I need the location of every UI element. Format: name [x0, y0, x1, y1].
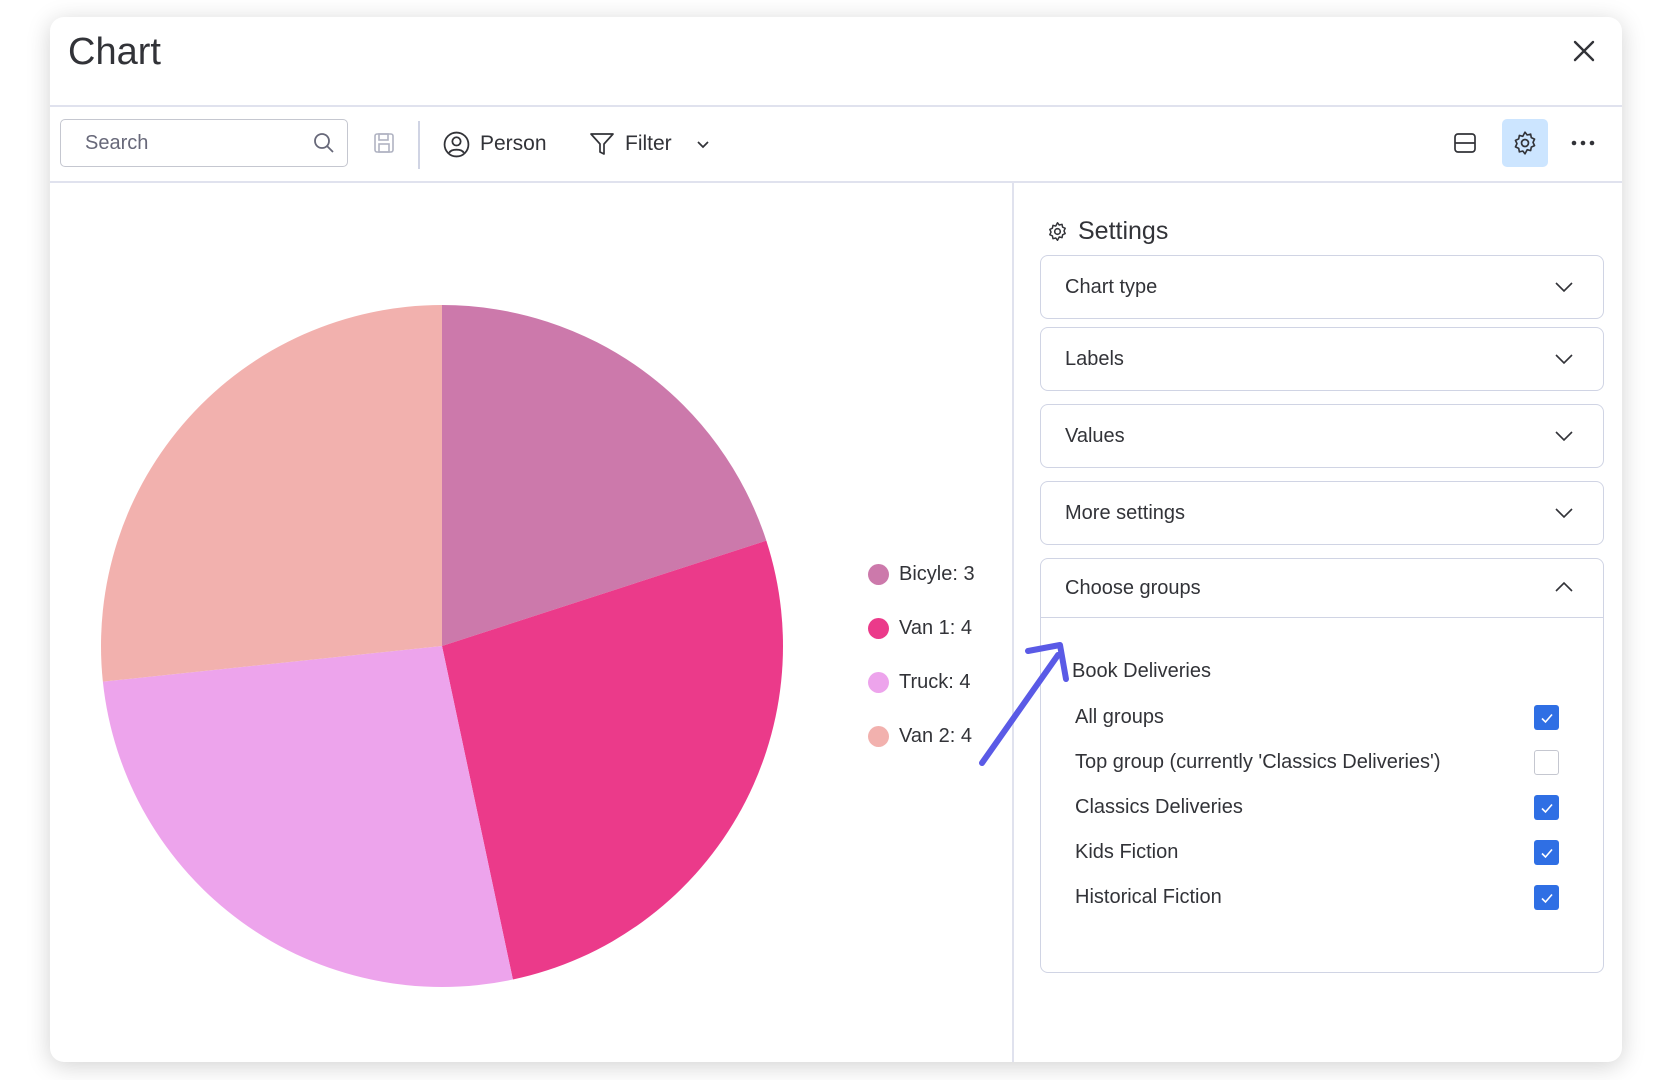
checkmark-icon [1540, 803, 1553, 813]
group-checkbox[interactable] [1534, 795, 1559, 820]
legend-label: Van 1: 4 [899, 616, 973, 639]
chevron-up-icon [1555, 581, 1573, 592]
search-icon [314, 133, 334, 153]
panel-divider [1012, 182, 1014, 1062]
annotation-arrow [979, 642, 1069, 766]
pie-chart [101, 305, 783, 987]
group-option[interactable]: All groups [1041, 695, 1603, 740]
accordion-label: Choose groups [1065, 576, 1201, 599]
search-input[interactable]: Search [60, 119, 348, 167]
chevron-down-icon [1555, 508, 1573, 519]
accordion-label: Labels [1065, 347, 1124, 370]
person-icon [443, 131, 470, 157]
legend-swatch [868, 725, 889, 747]
accordion-chart-type: Chart type [1040, 255, 1604, 319]
board-name: Book Deliveries [1072, 660, 1211, 682]
settings-button[interactable] [1502, 119, 1548, 167]
checkmark-icon [1540, 893, 1553, 903]
legend-item: Truck: 4 [868, 655, 975, 709]
save-icon [374, 133, 394, 153]
more-options-button[interactable] [1560, 119, 1606, 167]
group-checkbox[interactable] [1534, 885, 1559, 910]
group-option[interactable]: Historical Fiction [1041, 875, 1603, 920]
chevron-down-icon [1555, 354, 1573, 365]
legend-swatch [868, 563, 889, 585]
search-placeholder: Search [85, 131, 149, 154]
accordion-choose-groups: Choose groups Book Deliveries All groups To… [1040, 558, 1604, 973]
filter-icon [590, 133, 614, 155]
filter-label: Filter [625, 132, 672, 155]
legend-item: Van 1: 4 [868, 601, 975, 655]
chevron-down-icon [1555, 282, 1573, 293]
legend-swatch [868, 617, 889, 639]
group-option[interactable]: Kids Fiction [1041, 830, 1603, 875]
checkmark-icon [1540, 713, 1553, 723]
accordion-more-settings: More settings [1040, 481, 1604, 545]
legend-item: Van 2: 4 [868, 709, 975, 763]
checkmark-icon [1540, 848, 1553, 858]
group-label: Historical Fiction [1075, 886, 1222, 908]
legend-label: Bicyle: 3 [899, 562, 975, 585]
gear-icon [1514, 131, 1536, 155]
chart-dialog: Chart Search Person Filter Bicyle: 3 Van … [50, 17, 1622, 1062]
pie-slice-truck[interactable] [102, 646, 513, 987]
toolbar-divider [418, 121, 420, 169]
legend-swatch [868, 671, 889, 693]
group-checkbox[interactable] [1534, 750, 1559, 775]
accordion-header[interactable]: Labels [1041, 328, 1603, 390]
group-label: Classics Deliveries [1075, 796, 1243, 818]
accordion-header[interactable]: Choose groups [1041, 559, 1603, 618]
layout-icon [1454, 133, 1476, 153]
header-divider [50, 105, 1622, 107]
layout-button[interactable] [1442, 119, 1488, 167]
accordion-label: More settings [1065, 501, 1186, 524]
group-checkbox[interactable] [1534, 840, 1559, 865]
legend-label: Truck: 4 [899, 670, 971, 693]
filter-button[interactable]: Filter [589, 124, 712, 164]
chevron-down-icon[interactable] [694, 135, 712, 153]
chevron-down-icon [1555, 431, 1573, 442]
settings-title: Settings [1078, 217, 1169, 245]
gear-icon [1049, 222, 1066, 241]
group-option[interactable]: Top group (currently 'Classics Deliverie… [1041, 740, 1603, 785]
group-checkbox[interactable] [1534, 705, 1559, 730]
group-label: Top group (currently 'Classics Deliverie… [1075, 751, 1441, 773]
more-dots-icon [1571, 140, 1595, 146]
accordion-header[interactable]: Values [1041, 405, 1603, 467]
accordion-label: Chart type [1065, 275, 1158, 298]
pie-slice-van-2[interactable] [101, 305, 442, 682]
legend-label: Van 2: 4 [899, 724, 973, 747]
accordion-header[interactable]: Chart type [1041, 256, 1603, 318]
person-filter-button[interactable]: Person [443, 124, 547, 164]
person-label: Person [480, 132, 547, 155]
accordion-label: Values [1065, 424, 1125, 447]
group-option[interactable]: Classics Deliveries [1041, 785, 1603, 830]
dialog-title: Chart [68, 31, 161, 73]
toolbar-divider-bottom [50, 181, 1622, 183]
close-icon[interactable] [1570, 37, 1598, 65]
legend-item: Bicyle: 3 [868, 547, 975, 601]
group-label: Kids Fiction [1075, 841, 1179, 863]
accordion-labels: Labels [1040, 327, 1604, 391]
settings-header: Settings [1047, 217, 1168, 246]
chart-legend: Bicyle: 3 Van 1: 4 Truck: 4 Van 2: 4 [868, 547, 975, 763]
accordion-header[interactable]: More settings [1041, 482, 1603, 544]
save-view-button[interactable] [361, 119, 407, 167]
accordion-values: Values [1040, 404, 1604, 468]
